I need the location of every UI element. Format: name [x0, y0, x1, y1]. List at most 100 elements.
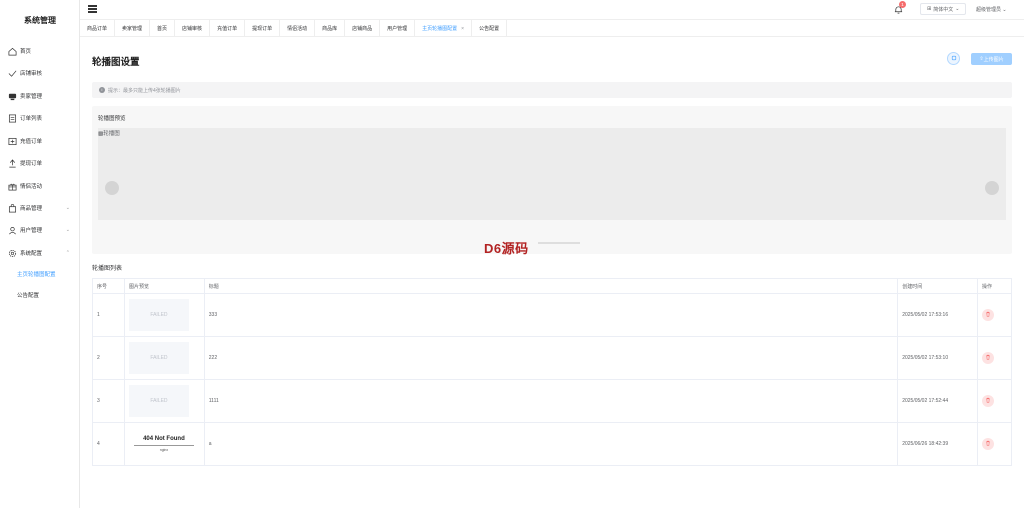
table-row: 1 FAILED 333 2025/05/02 17:53:16: [93, 294, 1011, 337]
tab-users[interactable]: 用户管理: [380, 20, 416, 37]
app-title: 系统管理: [24, 16, 56, 25]
translate-icon: ⊞: [927, 6, 932, 12]
table-row: 2 FAILED 222 2025/05/02 17:53:10: [93, 337, 1011, 380]
check-icon: [8, 69, 17, 78]
sidebar-item-label: 情侣活动: [20, 184, 43, 190]
home-icon: [8, 47, 17, 56]
row-index: 3: [93, 380, 125, 422]
sidebar-item-seller[interactable]: 卖家管理: [8, 89, 76, 103]
chevron-down-icon: ⌄: [955, 6, 960, 12]
sidebar-item-users[interactable]: 用户管理 ⌄: [8, 223, 76, 237]
row-index: 4: [93, 423, 125, 465]
sidebar-item-orders[interactable]: 订单列表: [8, 111, 76, 125]
row-created: 2025/05/02 17:53:10: [898, 337, 979, 379]
sidebar-item-label: 卖家管理: [20, 94, 43, 100]
trash-icon: [985, 397, 991, 405]
notification-badge: 1: [899, 1, 906, 8]
delete-button[interactable]: [982, 309, 995, 321]
trash-icon: [985, 311, 991, 319]
tab-notice-config[interactable]: 公告配置: [472, 20, 508, 37]
trash-icon: [985, 354, 991, 362]
image-thumbnail[interactable]: FAILED: [128, 385, 189, 417]
row-title: 1111: [205, 380, 899, 422]
sidebar-item-label: 提现订单: [20, 161, 43, 167]
row-index: 2: [93, 337, 125, 379]
sidebar-item-label: 商品管理: [20, 206, 43, 212]
top-bar: 1 ⊞ 简体中文 ⌄ 超级管理员 ⌄: [80, 0, 1024, 20]
delete-button[interactable]: [982, 438, 995, 450]
tab-home[interactable]: 首页: [150, 20, 176, 37]
refresh-button[interactable]: [947, 52, 960, 65]
language-select[interactable]: ⊞ 简体中文 ⌄: [920, 3, 967, 15]
column-header: 创建时间: [898, 279, 979, 293]
delete-button[interactable]: [982, 352, 995, 364]
image-thumbnail[interactable]: FAILED: [128, 342, 189, 374]
sidebar-item-system-config[interactable]: 系统配置 ⌃: [8, 246, 76, 260]
language-label: 简体中文: [933, 6, 954, 13]
user-name: 超级管理员: [976, 7, 1002, 13]
row-created: 2025/05/02 17:52:44: [898, 380, 979, 422]
chevron-down-icon: ⌄: [65, 205, 70, 211]
image-thumbnail[interactable]: FAILED: [128, 299, 189, 331]
image-cell: FAILED: [125, 294, 205, 336]
gift-icon: [8, 182, 17, 191]
user-icon: [8, 226, 17, 235]
close-icon[interactable]: ×: [461, 26, 464, 32]
tip-text: 提示：最多只能上传4张轮播图片: [108, 87, 181, 94]
sidebar-item-products[interactable]: 商品管理 ⌄: [8, 201, 76, 215]
sidebar-item-couple-activity[interactable]: 情侣活动: [8, 179, 76, 193]
banner-table: 序号 图片预览 标题 创建时间 操作 1 FAILED 333 2025/05/…: [92, 278, 1012, 466]
sidebar-item-label: 用户管理: [20, 228, 43, 234]
divider: [133, 445, 194, 446]
carousel-prev-button[interactable]: [105, 181, 119, 195]
tab-shop-products[interactable]: 店铺商品: [345, 20, 381, 37]
sidebar-item-withdraw[interactable]: 提现订单: [8, 156, 76, 170]
sidebar-item-label: 首页: [20, 49, 32, 55]
action-cell: [978, 337, 1011, 379]
image-cell: FAILED: [125, 380, 205, 422]
image-thumbnail[interactable]: 404 Not Found nginx: [129, 428, 199, 460]
chevron-up-icon: ⌃: [65, 250, 70, 256]
action-cell: [978, 423, 1011, 465]
sidebar-item-label: 订单列表: [20, 116, 43, 122]
tab-withdraw[interactable]: 提现订单: [245, 20, 281, 37]
row-created: 2025/06/26 18:42:39: [898, 423, 979, 465]
tab-product-orders[interactable]: 商品订单: [80, 20, 116, 37]
upload-image-button[interactable]: ⇧ 上传图片: [971, 53, 1012, 65]
sidebar-item-shop-review[interactable]: 店铺审核: [8, 66, 76, 80]
sidebar-item-home[interactable]: 首页: [8, 44, 76, 58]
menu-toggle-icon[interactable]: [88, 5, 97, 13]
sidebar: 系统管理 首页 店铺审核 卖家管理 订单列表 充值订单 提现订单 情侣活动 商品…: [0, 0, 80, 508]
tab-banner-config[interactable]: 主页轮播图配置 ×: [415, 20, 473, 37]
row-title: 222: [205, 337, 899, 379]
sidebar-item-recharge[interactable]: 充值订单: [8, 134, 76, 148]
image-cell: FAILED: [125, 337, 205, 379]
column-header: 操作: [982, 283, 993, 290]
preview-title: 轮播图预览: [98, 116, 126, 122]
carousel: [98, 128, 1006, 220]
tab-shop-review[interactable]: 店铺审核: [175, 20, 211, 37]
sidebar-subitem-banner-config[interactable]: 主页轮播图配置: [17, 270, 56, 278]
tab-product-library[interactable]: 商品库: [315, 20, 346, 37]
carousel-indicators[interactable]: [538, 242, 580, 244]
sidebar-item-label: 充值订单: [20, 139, 43, 145]
carousel-next-button[interactable]: [985, 181, 999, 195]
tab-couple-activity[interactable]: 情侣活动: [280, 20, 316, 37]
broken-image-alt: 轮播图: [103, 131, 120, 137]
tip-alert: i 提示：最多只能上传4张轮播图片: [92, 82, 1012, 98]
info-icon: i: [99, 87, 105, 93]
tab-bar: 商品订单 卖家管理 首页 店铺审核 充值订单 提现订单 情侣活动 商品库 店铺商…: [80, 20, 1024, 37]
column-header: 图片预览: [125, 279, 205, 293]
table-row: 3 FAILED 1111 2025/05/02 17:52:44: [93, 380, 1011, 423]
row-created: 2025/05/02 17:53:16: [898, 294, 979, 336]
document-icon: [8, 114, 17, 123]
user-menu[interactable]: 超级管理员 ⌄: [976, 6, 1007, 13]
delete-button[interactable]: [982, 395, 995, 407]
column-header: 序号: [93, 279, 125, 293]
sidebar-subitem-notice-config[interactable]: 公告配置: [17, 291, 39, 299]
tab-seller[interactable]: 卖家管理: [115, 20, 151, 37]
not-found-server: nginx: [159, 448, 169, 452]
tab-recharge[interactable]: 充值订单: [210, 20, 246, 37]
sidebar-item-label: 系统配置: [20, 251, 43, 257]
not-found-title: 404 Not Found: [143, 436, 185, 442]
